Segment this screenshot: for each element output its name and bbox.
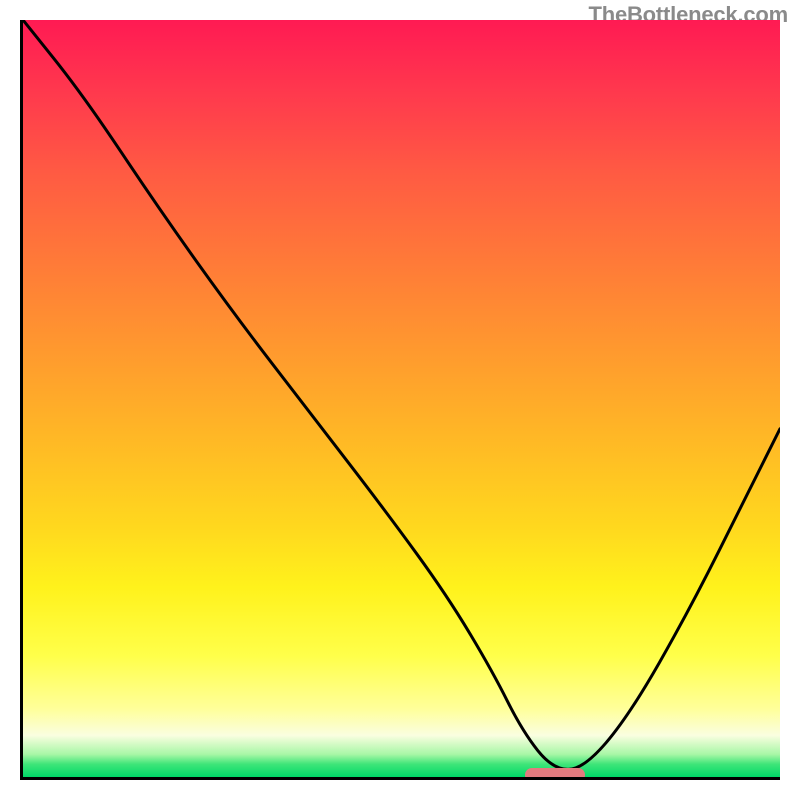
optimal-zone-marker	[525, 768, 586, 780]
chart-frame: TheBottleneck.com	[0, 0, 800, 800]
plot-area	[20, 20, 780, 780]
bottleneck-curve	[23, 20, 780, 777]
